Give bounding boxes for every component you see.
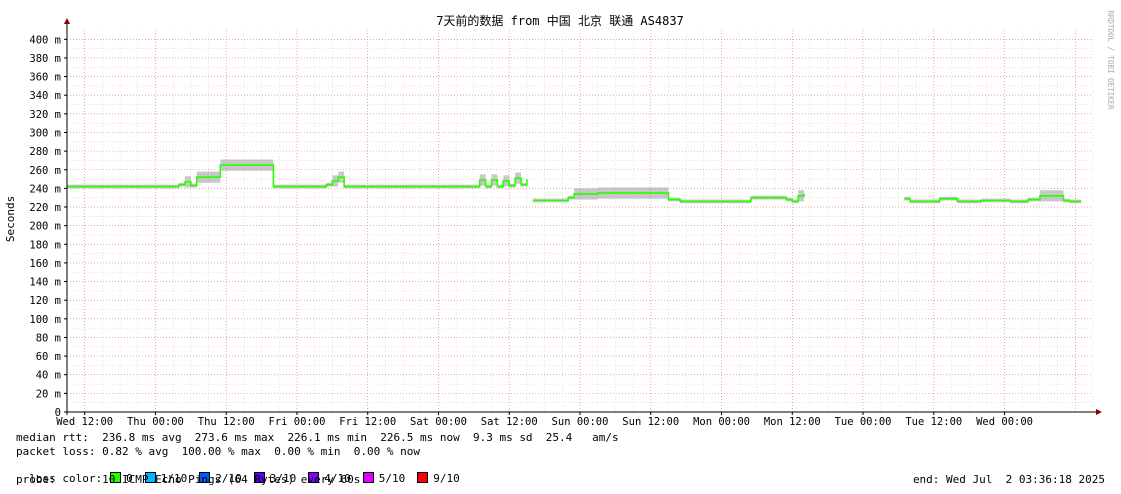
x-tick-label: Tue 12:00 xyxy=(905,416,962,428)
x-tick-label: Sun 12:00 xyxy=(622,416,679,428)
y-tick-label: 320 m xyxy=(29,109,61,121)
loss-color-label-item: 9/10 xyxy=(433,472,460,485)
loss-color-swatch xyxy=(362,472,374,483)
chart-title: 7天前的数据 from 中国 北京 联通 AS4837 xyxy=(436,13,684,28)
y-tick-label: 220 m xyxy=(29,202,61,214)
x-tick-labels: Wed 12:00 Thu 00:00 Thu 12:00 Fri 00:00 Fri … xyxy=(56,412,1033,428)
series-line-1 xyxy=(532,192,805,203)
y-tick-label: 140 m xyxy=(29,277,61,289)
y-axis-label: Seconds xyxy=(4,196,17,242)
series-lines xyxy=(67,164,1082,203)
y-tick-label: 340 m xyxy=(29,90,61,102)
probe-line: probe: 10 ICMP Echo Pings (64 Bytes) eve… xyxy=(16,473,361,486)
y-tick-label: 180 m xyxy=(29,239,61,251)
x-tick-label: Tue 00:00 xyxy=(835,416,892,428)
y-tick-label: 260 m xyxy=(29,165,61,177)
loss-color-swatch xyxy=(417,472,429,483)
x-tick-label: Mon 00:00 xyxy=(693,416,750,428)
y-tick-label: 20 m xyxy=(36,388,61,400)
y-tick-label: 400 m xyxy=(29,34,61,46)
x-tick-label: Thu 00:00 xyxy=(127,416,184,428)
y-tick-label: 100 m xyxy=(29,314,61,326)
y-tick-label: 240 m xyxy=(29,183,61,195)
x-tick-label: Sat 00:00 xyxy=(410,416,467,428)
y-tick-label: 60 m xyxy=(36,351,61,363)
rrdtool-watermark: RRDTOOL / TOBI OETIKER xyxy=(1106,10,1115,110)
loss-color-item: 9/10 xyxy=(417,472,460,485)
x-tick-label: Wed 12:00 xyxy=(56,416,113,428)
x-tick-label: Fri 12:00 xyxy=(339,416,396,428)
y-tick-label: 200 m xyxy=(29,221,61,233)
latency-chart: 7天前的数据 from 中国 北京 联通 AS4837 Seconds RRDT… xyxy=(4,10,1115,428)
loss-color-label-item: 5/10 xyxy=(378,472,406,485)
y-tick-label: 360 m xyxy=(29,72,61,84)
end-time: end: Wed Jul 2 03:36:18 2025 xyxy=(912,473,1105,486)
y-axis-arrow xyxy=(64,18,70,24)
x-tick-label: Wed 00:00 xyxy=(976,416,1033,428)
x-axis-arrow xyxy=(1096,409,1102,415)
loss-color-item: 5/10 xyxy=(362,472,406,485)
y-tick-label: 300 m xyxy=(29,127,61,139)
grid xyxy=(66,30,1094,412)
x-tick-label: Sat 12:00 xyxy=(481,416,538,428)
packet-loss-line: packet loss: 0.82 % avg 100.00 % max 0.0… xyxy=(16,445,420,458)
y-tick-label: 40 m xyxy=(36,370,61,382)
y-tick-label: 280 m xyxy=(29,146,61,158)
loss-color-legend: loss color: 0 1/10 2/10 3/10 4/10 5/10 9/10 xyxy=(16,459,472,485)
y-tick-label: 380 m xyxy=(29,53,61,65)
y-tick-label: 120 m xyxy=(29,295,61,307)
x-tick-label: Mon 12:00 xyxy=(764,416,821,428)
y-tick-labels: 020 m40 m60 m80 m100 m120 m140 m160 m180… xyxy=(29,34,67,419)
median-rtt-line: median rtt: 236.8 ms avg 273.6 ms max 22… xyxy=(16,431,619,444)
y-tick-label: 80 m xyxy=(36,332,61,344)
x-tick-label: Sun 00:00 xyxy=(552,416,609,428)
x-tick-label: Thu 12:00 xyxy=(198,416,255,428)
y-tick-label: 160 m xyxy=(29,258,61,270)
x-tick-label: Fri 00:00 xyxy=(269,416,326,428)
